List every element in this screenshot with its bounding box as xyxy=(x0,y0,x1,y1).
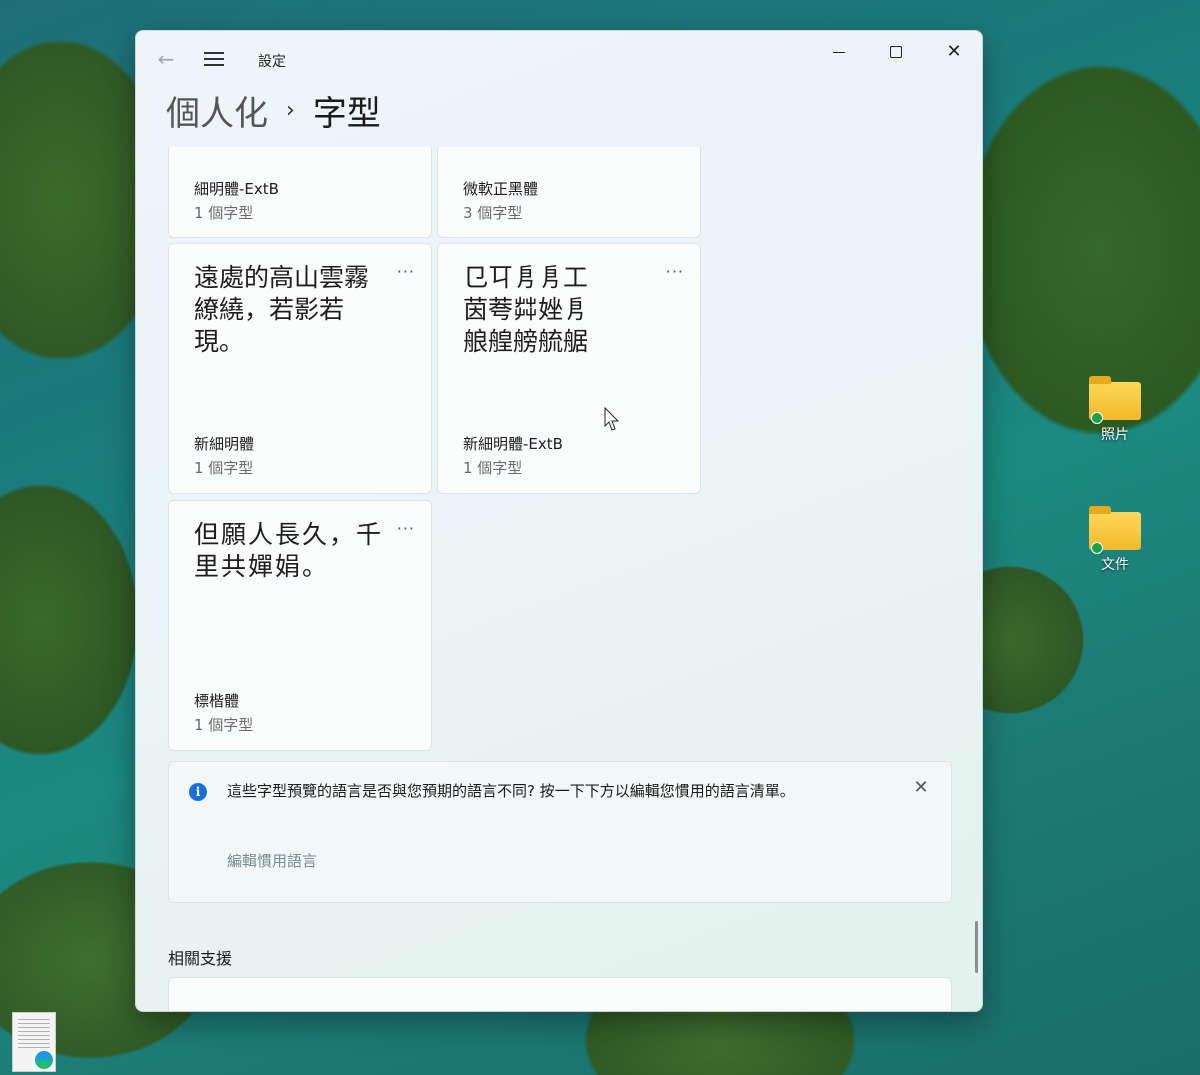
chevron-right-icon: › xyxy=(286,97,295,123)
sync-check-icon xyxy=(1091,542,1103,554)
more-options-icon[interactable]: ··· xyxy=(666,262,684,281)
page-title: 字型 xyxy=(312,93,381,134)
desktop-icon-label: 照片 xyxy=(1101,427,1129,443)
more-options-icon[interactable]: ··· xyxy=(397,262,415,281)
sync-check-icon xyxy=(1091,412,1103,424)
info-icon: i xyxy=(189,783,207,801)
font-count: 1 個字型 xyxy=(194,204,254,222)
font-name: 標楷體 xyxy=(194,692,240,710)
font-preview: 㔾㔿㐆㐆工 茵荂茻㛗㐆 艆艎艕艈艍 xyxy=(463,263,589,356)
back-button[interactable]: ← xyxy=(154,47,178,71)
hamburger-menu-button[interactable] xyxy=(202,49,226,69)
breadcrumb-parent[interactable]: 個人化 xyxy=(166,86,268,135)
settings-window: ← 設定 ✕ 個人化 › 字型 細明體-ExtB 1 個字型 微軟正黑體 3 個… xyxy=(135,30,983,1012)
minimize-icon xyxy=(833,51,845,53)
more-options-icon[interactable]: ··· xyxy=(397,519,415,538)
font-count: 1 個字型 xyxy=(194,459,254,477)
mouse-cursor-icon xyxy=(604,407,620,431)
font-count: 1 個字型 xyxy=(463,459,523,477)
close-icon[interactable]: ✕ xyxy=(911,778,931,798)
edge-icon xyxy=(35,1051,53,1069)
scrollbar-thumb[interactable] xyxy=(975,921,978,973)
font-name: 微軟正黑體 xyxy=(463,180,539,198)
close-button[interactable]: ✕ xyxy=(931,37,977,67)
language-info-bar: i 這些字型預覽的語言是否與您預期的語言不同? 按一下下方以編輯您慣用的語言清單… xyxy=(168,761,952,903)
title-bar: ← 設定 ✕ xyxy=(136,31,982,87)
font-name: 新細明體-ExtB xyxy=(463,435,563,453)
maximize-button[interactable] xyxy=(873,37,919,67)
font-card[interactable]: 細明體-ExtB 1 個字型 xyxy=(168,147,432,238)
font-card[interactable]: 但願人長久，千里共嬋娟。 ··· 標楷體 1 個字型 xyxy=(168,500,432,751)
thumbnail-text-lines xyxy=(18,1019,50,1049)
font-preview: 遠處的高山雲霧繚繞，若影若現。 xyxy=(194,263,370,356)
font-card[interactable]: 㔾㔿㐆㐆工 茵荂茻㛗㐆 艆艎艕艈艍 ··· 新細明體-ExtB 1 個字型 xyxy=(437,243,701,494)
minimize-button[interactable] xyxy=(816,37,862,67)
related-support-title: 相關支援 xyxy=(168,949,233,968)
font-card[interactable]: 微軟正黑體 3 個字型 xyxy=(437,147,701,238)
font-name: 細明體-ExtB xyxy=(194,180,279,198)
menu-line xyxy=(204,64,224,66)
info-message: 這些字型預覽的語言是否與您預期的語言不同? 按一下下方以編輯您慣用的語言清單。 xyxy=(227,782,795,800)
edit-preferred-languages-link[interactable]: 編輯慣用語言 xyxy=(227,850,317,871)
font-count: 3 個字型 xyxy=(463,204,523,222)
folder-icon xyxy=(1089,506,1141,554)
desktop-icon-photos[interactable]: 照片 xyxy=(1080,376,1150,444)
menu-line xyxy=(204,58,224,60)
font-name: 新細明體 xyxy=(194,435,255,453)
breadcrumb: 個人化 › 字型 xyxy=(166,85,381,135)
related-support-card[interactable] xyxy=(168,977,952,1011)
app-title: 設定 xyxy=(258,54,286,70)
font-card[interactable]: 遠處的高山雲霧繚繞，若影若現。 ··· 新細明體 1 個字型 xyxy=(168,243,432,494)
folder-icon xyxy=(1089,376,1141,424)
arrow-left-icon: ← xyxy=(157,47,175,71)
desktop-icon-documents[interactable]: 文件 xyxy=(1080,506,1150,574)
font-preview: 但願人長久，千里共嬋娟。 xyxy=(194,520,384,581)
content-scroll-area[interactable]: 細明體-ExtB 1 個字型 微軟正黑體 3 個字型 遠處的高山雲霧繚繞，若影若… xyxy=(136,147,982,1011)
close-icon: ✕ xyxy=(946,41,962,62)
desktop-icon-label: 文件 xyxy=(1101,557,1129,573)
document-thumbnail[interactable] xyxy=(12,1012,56,1072)
font-count: 1 個字型 xyxy=(194,716,254,734)
menu-line xyxy=(204,52,224,54)
maximize-icon xyxy=(890,46,902,58)
